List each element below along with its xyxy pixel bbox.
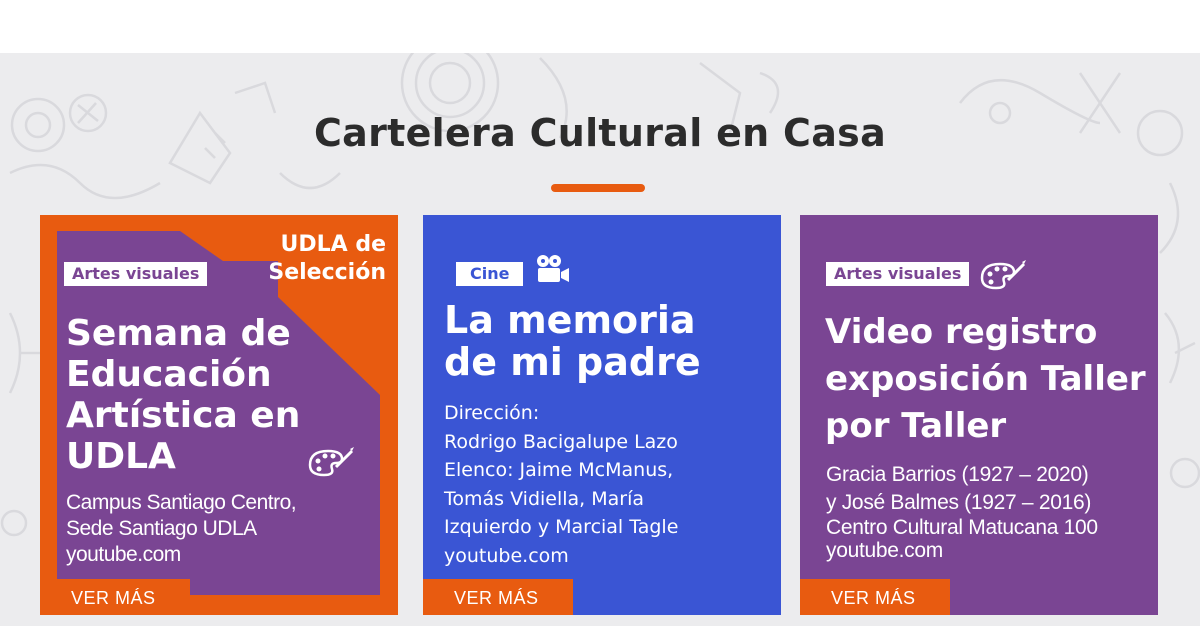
- title-underline: [551, 184, 645, 192]
- ver-mas-button[interactable]: VER MÁS: [800, 579, 950, 615]
- movie-camera-icon: [537, 255, 569, 282]
- cartelera-section: Cartelera Cultural en Casa UDLA de Selec…: [0, 53, 1200, 626]
- category-tag: Artes visuales: [826, 262, 970, 286]
- event-card-taller-por-taller[interactable]: Artes visuales Video registro exposición…: [800, 215, 1158, 615]
- category-tag: Artes visuales: [64, 262, 208, 286]
- udla-seleccion-badge: UDLA de Selección: [268, 232, 386, 285]
- card-info: Dirección: Rodrigo Bacigalupe Lazo Elenc…: [444, 402, 679, 567]
- section-title: Cartelera Cultural en Casa: [313, 111, 887, 155]
- card-title: La memoria de mi padre: [444, 298, 701, 384]
- palette-icon: [308, 447, 354, 477]
- category-tag: Cine: [456, 262, 524, 286]
- card-title: Semana de Educación Artística en UDLA: [66, 313, 301, 477]
- card-title: Video registro exposición Taller por Tal…: [825, 312, 1146, 446]
- ver-mas-button[interactable]: VER MÁS: [40, 579, 190, 615]
- card-info: Campus Santiago Centro, Sede Santiago UD…: [66, 491, 297, 566]
- palette-icon: [980, 260, 1026, 290]
- event-card-semana-educacion[interactable]: UDLA de Selección Artes visuales Semana …: [40, 215, 398, 615]
- event-card-memoria-padre[interactable]: Cine La memoria de mi padre Dirección: R…: [423, 215, 781, 615]
- top-bar: [0, 0, 1200, 53]
- ver-mas-button[interactable]: VER MÁS: [423, 579, 573, 615]
- card-info: Gracia Barrios (1927 – 2020) y José Balm…: [826, 463, 1098, 562]
